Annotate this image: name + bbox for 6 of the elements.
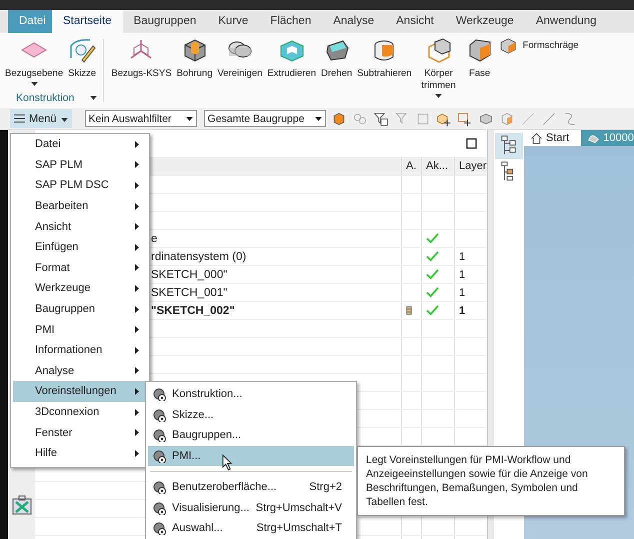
- layer-value: 1: [459, 286, 466, 298]
- layer-value: 1: [459, 268, 466, 280]
- layer-value: 1: [459, 250, 466, 262]
- group-label: Konstruktion: [16, 92, 74, 104]
- layer-value: 1: [459, 304, 466, 316]
- tooltip: Legt Voreinstellungen für PMI-Workflow und Anzeigeeinstellungen sowie für die Anzeige von Beschriftungen, Bemaßungen, Symbolen und Tabellen fest.: [357, 446, 625, 516]
